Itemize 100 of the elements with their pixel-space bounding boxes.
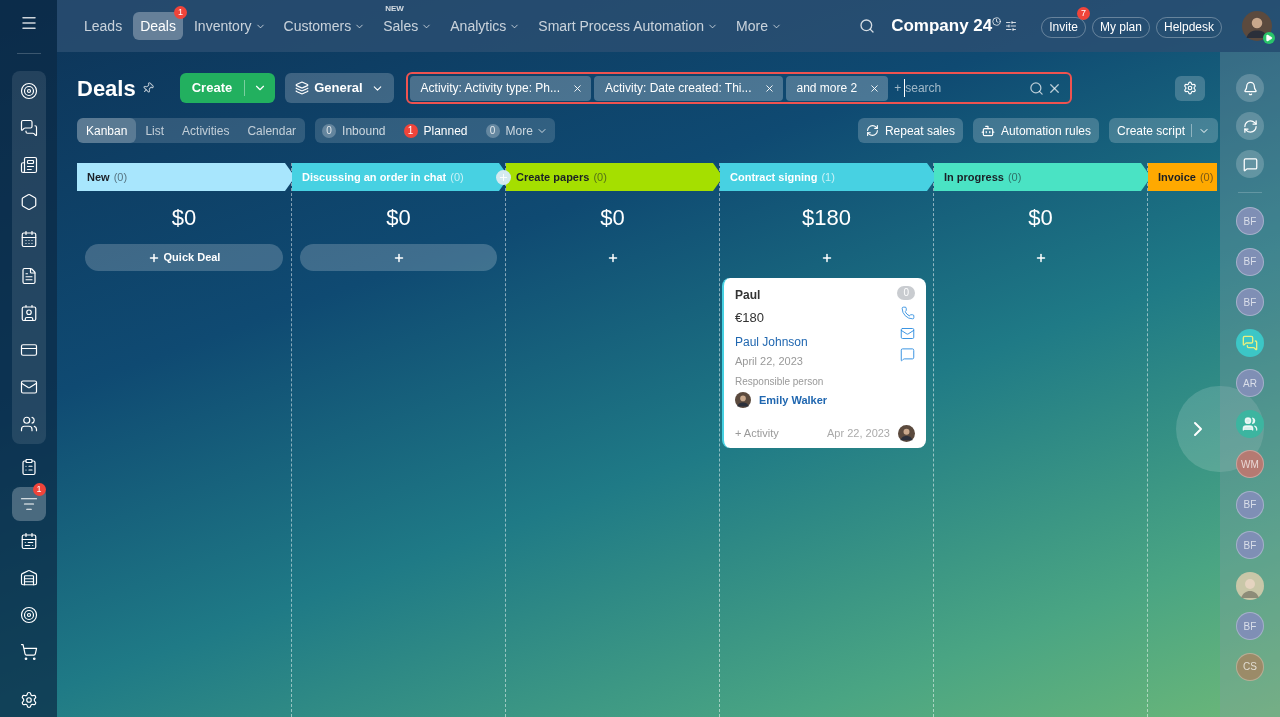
nav-tab[interactable]: Sales <box>376 12 440 40</box>
plus-icon <box>147 251 160 264</box>
cart-icon <box>19 643 38 661</box>
warehouse-icon <box>19 569 38 587</box>
plus-icon <box>1034 251 1047 264</box>
category-dropdown[interactable]: General <box>285 73 394 103</box>
stage-header[interactable]: Invoice (0) <box>1148 163 1217 191</box>
notifications-button[interactable] <box>1236 74 1264 102</box>
responsible-link[interactable]: Emily Walker <box>759 392 828 409</box>
document-icon <box>19 267 38 285</box>
filter-chip[interactable]: and more 2 <box>785 75 889 101</box>
chat-avatar[interactable] <box>1236 328 1264 357</box>
counter-filter[interactable]: Planned <box>423 121 468 140</box>
add-activity-link[interactable]: + Activity <box>735 424 779 442</box>
counter-badge: 0 <box>485 123 500 138</box>
page-title: Deals <box>77 74 136 103</box>
stage-total: $0 <box>385 204 412 232</box>
clipboard-icon <box>19 458 38 476</box>
nav-tab[interactable]: Inventory <box>186 12 273 40</box>
notification-badge: 1 <box>173 6 187 19</box>
clock-icon <box>992 17 1002 26</box>
avatar-icon <box>898 424 915 442</box>
stage-total: $0 <box>170 204 198 232</box>
counter-filter[interactable]: Inbound <box>342 121 386 140</box>
nav-tab[interactable]: Customers <box>276 12 373 40</box>
phone-icon[interactable] <box>900 306 915 320</box>
filter-chip[interactable]: Activity: Date created: Thi... <box>594 75 783 101</box>
robot-icon <box>980 123 995 138</box>
contact-card-icon <box>19 304 38 322</box>
stage-header[interactable]: In progress (0) <box>934 163 1151 191</box>
hexagon-icon <box>19 193 38 211</box>
stage-total: $0 <box>599 204 626 232</box>
plus-icon <box>606 251 619 264</box>
close-icon[interactable] <box>869 82 881 94</box>
filter-search-field[interactable]: Activity: Activity type: Ph... Activity: Date created: Thi... and more 2 + search <box>405 72 1072 104</box>
target-icon <box>19 82 38 100</box>
stage-header[interactable]: Create papers (0) <box>506 163 723 191</box>
company-name[interactable]: Company 24 <box>891 13 993 39</box>
counter-badge: 0 <box>322 123 337 138</box>
counter-filter[interactable]: More <box>505 121 548 140</box>
avatar-icon <box>1242 11 1272 41</box>
search-input[interactable]: search <box>904 79 995 97</box>
chat-icon <box>1242 156 1258 172</box>
sliders-icon[interactable] <box>1005 20 1018 32</box>
responsible-label: Responsible person <box>735 375 825 389</box>
layers-icon <box>295 81 310 95</box>
plus-icon <box>392 251 405 264</box>
contact-link[interactable]: Paul Johnson <box>735 332 808 351</box>
nav-tab[interactable]: Leads <box>77 12 130 40</box>
stage-header[interactable]: New (0) <box>77 163 295 191</box>
view-tab[interactable]: Calendar <box>238 118 306 143</box>
filter-chip[interactable]: Activity: Activity type: Ph... <box>409 75 591 101</box>
quick-deal-button[interactable]: Quick Deal <box>85 244 283 271</box>
refresh-icon <box>865 124 879 137</box>
view-tab[interactable]: List <box>136 118 174 143</box>
notification-badge: 7 <box>1076 7 1090 20</box>
filter-button[interactable] <box>11 487 46 521</box>
settings-button[interactable] <box>1175 75 1205 101</box>
create-button[interactable]: Create <box>179 73 276 103</box>
settings-icon <box>1183 81 1197 95</box>
nav-tab[interactable]: More <box>729 12 789 40</box>
avatar-icon <box>735 392 751 409</box>
action-button[interactable]: Create script <box>1108 118 1218 143</box>
mail-icon[interactable] <box>900 326 915 341</box>
add-filter-sign[interactable]: + <box>894 79 902 97</box>
deal-date: April 22, 2023 <box>735 353 804 369</box>
deal-amount: €180 <box>735 309 765 327</box>
settings-icon <box>19 691 38 709</box>
card-icon <box>19 341 38 359</box>
search-icon[interactable] <box>859 18 876 34</box>
action-button[interactable]: Repeat sales <box>857 118 963 143</box>
newspaper-icon <box>19 156 38 174</box>
chat-icon <box>19 119 38 137</box>
play-icon <box>1263 32 1275 44</box>
calendar-icon <box>19 230 38 248</box>
new-tag: NEW <box>385 4 404 13</box>
action-button[interactable]: Automation rules <box>972 118 1099 143</box>
view-tab[interactable]: Activities <box>173 118 239 143</box>
close-icon[interactable] <box>763 82 775 94</box>
activity-date: Apr 22, 2023 <box>827 425 890 441</box>
notification-badge: 1 <box>32 483 46 496</box>
view-tab[interactable]: Kanban <box>77 118 137 143</box>
stage-total: $180 <box>801 204 852 232</box>
mail-icon <box>19 378 38 396</box>
nav-tab[interactable]: Analytics <box>443 12 528 40</box>
deal-title[interactable]: Paul <box>735 286 761 304</box>
people-icon <box>19 415 38 433</box>
refresh-icon <box>1242 118 1258 134</box>
plus-icon <box>820 251 833 264</box>
target-icon <box>19 606 38 624</box>
group-avatar[interactable] <box>1236 409 1264 438</box>
nav-tab[interactable]: Smart Process Automation <box>531 12 726 40</box>
menu-icon <box>19 14 38 32</box>
search-icon[interactable] <box>1028 80 1044 96</box>
counter-badge: 1 <box>403 123 418 138</box>
close-icon[interactable] <box>572 82 583 94</box>
contact-avatar[interactable]: WM <box>1236 450 1264 478</box>
refresh-button[interactable] <box>1236 112 1264 140</box>
calendar-icon <box>19 532 38 550</box>
bell-icon <box>1242 80 1258 96</box>
